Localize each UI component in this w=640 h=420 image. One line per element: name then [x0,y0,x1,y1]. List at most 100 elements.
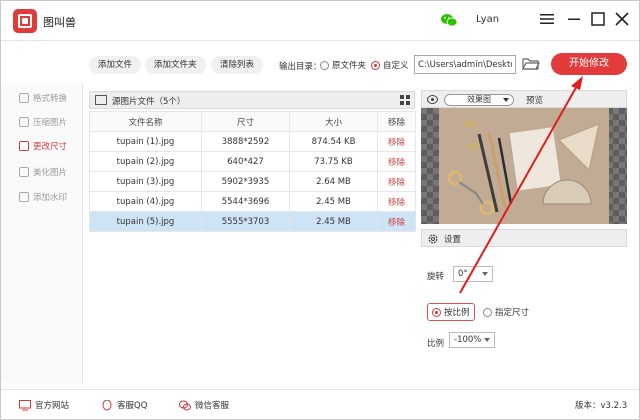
file-dims: 3888*2592 [201,131,290,152]
file-panel-header: 源图片文件（5个） [89,91,415,109]
by-ratio-radio[interactable]: 按比例 [427,303,475,321]
file-panel-title: 源图片文件（5个） [112,97,186,107]
radio-unchecked-icon [483,307,492,317]
clear-list-button[interactable]: 清除列表 [211,56,264,74]
sidebar-item-watermark[interactable]: 添加水印 [19,190,67,204]
col-header-dims: 尺寸 [201,111,290,132]
support-wechat-link[interactable]: 微信客服 [179,399,229,411]
radio-unchecked-icon [320,60,329,70]
wechat-icon[interactable] [441,13,457,27]
toolbar: 添加文件 添加文件夹 清除列表 输出目录： 原文件夹 自定义 开始修改 [83,49,639,81]
file-name: tupain (1).jpg [89,131,202,152]
sidebar-item-resize[interactable]: 更改尺寸 [19,139,67,153]
settings-title: 设置 [444,235,462,245]
file-dims: 5544*3696 [201,191,290,212]
fixed-size-radio[interactable]: 指定尺寸 [479,303,533,321]
eye-icon [427,95,438,104]
remove-link[interactable]: 移除 [377,131,416,152]
settings-panel: 设置 旋转 0° 按比例 指定尺寸 比例 -100% [421,229,627,381]
remove-link[interactable]: 移除 [377,151,416,172]
preview-image [421,108,627,224]
file-table: 文件名称 尺寸 大小 移除 tupain (1).jpg 3888*2592 8… [89,111,416,232]
col-header-name: 文件名称 [89,111,202,132]
add-folder-button[interactable]: 添加文件夹 [145,56,206,74]
watermark-icon [19,192,29,202]
resize-icon [19,141,29,151]
user-name[interactable]: Lyan [476,14,499,25]
close-icon[interactable] [613,10,631,28]
compress-icon [19,117,29,127]
chevron-down-icon [484,338,490,342]
settings-header: 设置 [421,229,627,247]
source-folder-radio[interactable]: 原文件夹 [320,59,366,71]
table-row[interactable]: tupain (2).jpg 640*427 73.75 KB 移除 [89,151,416,172]
col-header-remove: 移除 [377,111,416,132]
maximize-icon[interactable] [589,10,607,28]
file-dims: 640*427 [201,151,290,172]
app-logo-icon [13,9,37,33]
file-size: 874.54 KB [289,131,378,152]
official-website-link[interactable]: 官方网站 [19,399,69,411]
sidebar: 格式转换 压缩图片 更改尺寸 美化图片 添加水印 [1,83,83,383]
preview-header: 效果图 预览 [421,90,627,108]
output-dir-label: 输出目录： [279,62,322,72]
resize-mode-group: 按比例 指定尺寸 [427,303,529,321]
sidebar-item-beautify[interactable]: 美化图片 [19,165,67,179]
start-button[interactable]: 开始修改 [551,53,627,75]
chevron-down-icon [503,98,509,102]
file-size: 2.45 MB [289,211,378,232]
image-icon [95,95,107,105]
ratio-select[interactable]: -100% [449,332,495,348]
remove-link[interactable]: 移除 [377,191,416,212]
version-label: 版本：v3.2.3 [575,401,628,411]
file-size: 73.75 KB [289,151,378,172]
stationery-photo [439,108,609,224]
add-file-button[interactable]: 添加文件 [89,56,142,74]
file-size: 2.45 MB [289,191,378,212]
file-name: tupain (4).jpg [89,191,202,212]
radio-checked-icon [432,307,441,317]
table-row[interactable]: tupain (4).jpg 5544*3696 2.45 MB 移除 [89,191,416,212]
output-path-input[interactable] [414,55,516,74]
title-bar: 图叫兽 Lyan [1,1,639,41]
file-size: 2.64 MB [289,171,378,192]
gear-icon [428,234,438,244]
app-window: 图叫兽 Lyan 添加文件 添加文件夹 清除列表 输出目录： 原文件夹 自定义 … [0,0,640,420]
custom-folder-radio[interactable]: 自定义 [371,59,409,71]
beautify-icon [19,167,29,177]
rotate-label: 旋转 [427,272,445,282]
footer: 官方网站 客服QQ 微信客服 版本：v3.2.3 [1,389,639,419]
wechat-icon [179,400,191,410]
folder-open-icon[interactable] [522,57,540,71]
rotate-select[interactable]: 0° [453,266,493,282]
preview-panel: 效果图 预览 [421,90,627,224]
file-name: tupain (2).jpg [89,151,202,172]
ratio-label: 比例 [427,339,445,349]
qq-icon [102,399,112,410]
app-title: 图叫兽 [43,16,76,29]
col-header-size: 大小 [289,111,378,132]
support-qq-link[interactable]: 客服QQ [101,399,147,411]
file-dims: 5902*3935 [201,171,290,192]
preview-label: 预览 [526,96,544,106]
preview-mode-select[interactable]: 效果图 [444,94,514,106]
table-header-row: 文件名称 尺寸 大小 移除 [89,111,416,132]
file-name: tupain (5).jpg [89,211,202,232]
file-dims: 5555*3703 [201,211,290,232]
sidebar-item-format-convert[interactable]: 格式转换 [19,91,67,105]
file-name: tupain (3).jpg [89,171,202,192]
remove-link[interactable]: 移除 [377,211,416,232]
file-panel: 源图片文件（5个） 文件名称 尺寸 大小 移除 tupain (1).jpg 3… [89,91,416,381]
remove-link[interactable]: 移除 [377,171,416,192]
table-row-selected[interactable]: tupain (5).jpg 5555*3703 2.45 MB 移除 [89,211,416,232]
grid-view-icon[interactable] [400,95,410,105]
radio-checked-icon [371,60,380,70]
menu-icon[interactable] [538,10,556,28]
convert-icon [19,93,29,103]
sidebar-item-compress[interactable]: 压缩图片 [19,115,67,129]
table-row[interactable]: tupain (3).jpg 5902*3935 2.64 MB 移除 [89,171,416,192]
monitor-icon [19,399,31,410]
minimize-icon[interactable] [565,10,583,28]
chevron-down-icon [482,272,488,276]
table-row[interactable]: tupain (1).jpg 3888*2592 874.54 KB 移除 [89,131,416,152]
